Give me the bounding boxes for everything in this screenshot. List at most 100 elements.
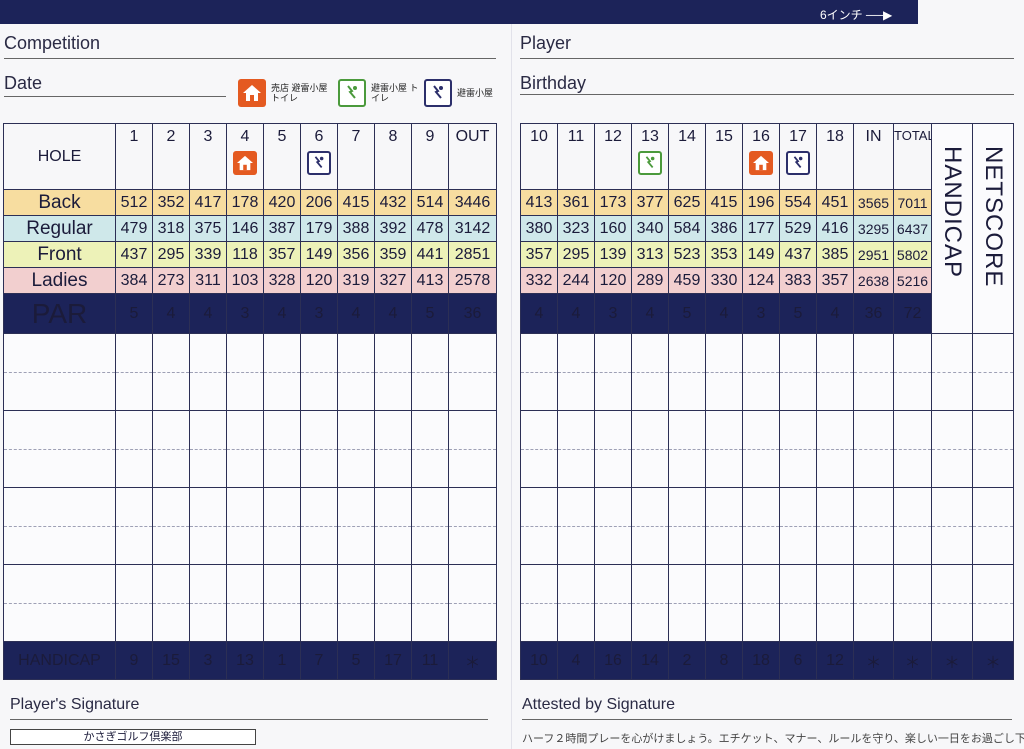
score-cell[interactable] [337,487,375,565]
score-cell[interactable] [115,333,153,411]
score-cell[interactable] [520,564,558,642]
score-cell[interactable] [226,333,264,411]
score-cell[interactable] [448,487,497,565]
player-name-cell[interactable] [3,410,116,488]
score-cell[interactable] [152,487,190,565]
score-cell[interactable] [742,487,780,565]
score-cell[interactable] [152,333,190,411]
player-name-cell[interactable] [3,564,116,642]
score-cell[interactable] [705,333,743,411]
score-cell[interactable] [853,333,894,411]
score-cell[interactable] [594,410,632,488]
score-cell[interactable] [893,564,932,642]
score-cell[interactable] [972,333,1014,411]
score-cell[interactable] [931,487,973,565]
score-cell[interactable] [374,487,412,565]
score-cell[interactable] [337,564,375,642]
score-cell[interactable] [779,487,817,565]
score-cell[interactable] [705,487,743,565]
score-cell[interactable] [263,410,301,488]
player-name-cell[interactable] [3,487,116,565]
player-signature-line[interactable] [10,719,488,720]
score-cell[interactable] [893,487,932,565]
score-cell[interactable] [189,564,227,642]
score-cell[interactable] [893,333,932,411]
score-cell[interactable] [374,564,412,642]
player-line[interactable] [520,58,1014,59]
score-cell[interactable] [557,410,595,488]
score-cell[interactable] [115,564,153,642]
score-cell[interactable] [972,410,1014,488]
date-line[interactable] [4,96,226,97]
score-cell[interactable] [557,564,595,642]
score-cell[interactable] [300,410,338,488]
score-cell[interactable] [337,333,375,411]
score-cell[interactable] [520,333,558,411]
score-cell[interactable] [520,487,558,565]
score-cell[interactable] [631,487,669,565]
score-cell[interactable] [779,333,817,411]
score-cell[interactable] [411,333,449,411]
score-cell[interactable] [300,333,338,411]
score-cell[interactable] [816,333,854,411]
score-cell[interactable] [631,564,669,642]
score-cell[interactable] [594,333,632,411]
player-name-cell[interactable] [3,333,116,411]
score-cell[interactable] [594,487,632,565]
score-cell[interactable] [189,487,227,565]
score-cell[interactable] [520,410,558,488]
score-cell[interactable] [779,564,817,642]
score-cell[interactable] [853,487,894,565]
score-cell[interactable] [226,564,264,642]
score-cell[interactable] [152,410,190,488]
score-cell[interactable] [742,333,780,411]
score-cell[interactable] [226,410,264,488]
score-cell[interactable] [816,410,854,488]
score-cell[interactable] [972,487,1014,565]
score-cell[interactable] [448,410,497,488]
score-cell[interactable] [816,487,854,565]
attested-signature-line[interactable] [522,719,1012,720]
score-cell[interactable] [631,410,669,488]
score-cell[interactable] [668,564,706,642]
score-cell[interactable] [411,564,449,642]
score-cell[interactable] [972,564,1014,642]
score-cell[interactable] [411,410,449,488]
score-cell[interactable] [300,487,338,565]
score-cell[interactable] [631,333,669,411]
score-cell[interactable] [931,564,973,642]
score-cell[interactable] [152,564,190,642]
score-cell[interactable] [115,410,153,488]
score-cell[interactable] [263,333,301,411]
score-cell[interactable] [816,564,854,642]
score-cell[interactable] [115,487,153,565]
score-cell[interactable] [668,487,706,565]
score-cell[interactable] [374,333,412,411]
score-cell[interactable] [300,564,338,642]
score-cell[interactable] [742,410,780,488]
score-cell[interactable] [557,487,595,565]
score-cell[interactable] [337,410,375,488]
score-cell[interactable] [931,333,973,411]
score-cell[interactable] [557,333,595,411]
score-cell[interactable] [263,487,301,565]
score-cell[interactable] [263,564,301,642]
score-cell[interactable] [189,410,227,488]
competition-line[interactable] [4,58,496,59]
score-cell[interactable] [594,564,632,642]
score-cell[interactable] [668,410,706,488]
score-cell[interactable] [705,564,743,642]
score-cell[interactable] [779,410,817,488]
score-cell[interactable] [853,564,894,642]
score-cell[interactable] [448,333,497,411]
birthday-line[interactable] [520,94,1014,95]
score-cell[interactable] [189,333,227,411]
score-cell[interactable] [374,410,412,488]
score-cell[interactable] [448,564,497,642]
score-cell[interactable] [893,410,932,488]
score-cell[interactable] [853,410,894,488]
score-cell[interactable] [931,410,973,488]
score-cell[interactable] [411,487,449,565]
score-cell[interactable] [668,333,706,411]
score-cell[interactable] [705,410,743,488]
